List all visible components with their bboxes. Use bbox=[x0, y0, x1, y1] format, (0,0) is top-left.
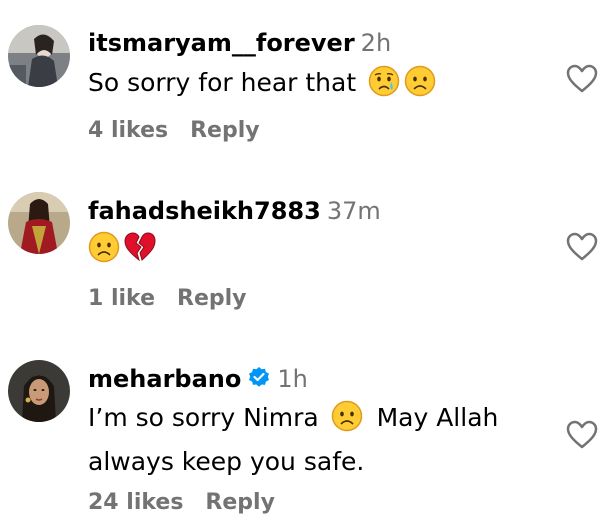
reply-button[interactable]: Reply bbox=[177, 286, 247, 311]
reply-button[interactable]: Reply bbox=[190, 118, 260, 143]
comment-time: 1h bbox=[277, 365, 308, 393]
likes-count[interactable]: 4 likes bbox=[88, 118, 168, 143]
username[interactable]: meharbano bbox=[88, 365, 241, 393]
verified-badge-icon bbox=[247, 366, 271, 397]
likes-count[interactable]: 1 like bbox=[88, 286, 155, 311]
sad-face-emoji bbox=[331, 400, 363, 443]
like-heart-icon[interactable] bbox=[566, 64, 598, 94]
username[interactable]: itsmaryam__forever bbox=[88, 29, 355, 57]
comment-text bbox=[88, 230, 554, 274]
comment-time: 2h bbox=[360, 29, 392, 57]
comment-header: itsmaryam__forever 2h bbox=[88, 28, 554, 58]
avatar[interactable] bbox=[8, 192, 70, 254]
avatar[interactable] bbox=[8, 360, 70, 422]
comment-header: fahadsheikh7883 37m bbox=[88, 196, 554, 226]
comment-text: So sorry for hear that bbox=[88, 64, 554, 108]
comment-time: 37m bbox=[326, 197, 381, 225]
comment-header: meharbano 1h bbox=[88, 364, 554, 397]
reply-button[interactable]: Reply bbox=[205, 490, 275, 515]
crying-face-emoji bbox=[368, 65, 400, 108]
comment-text: I’m so sorry Nimra May Allah always keep… bbox=[88, 399, 554, 481]
comment-meta: 24 likes Reply bbox=[88, 490, 275, 515]
like-heart-icon[interactable] bbox=[566, 420, 598, 450]
comment-text-continued: May Allah bbox=[376, 403, 499, 432]
sad-face-emoji bbox=[404, 65, 436, 108]
like-heart-icon[interactable] bbox=[566, 232, 598, 262]
comment-text-body: I’m so sorry Nimra bbox=[88, 403, 319, 432]
comment-text-line2: always keep you safe. bbox=[88, 447, 365, 476]
username[interactable]: fahadsheikh7883 bbox=[88, 197, 321, 225]
likes-count[interactable]: 24 likes bbox=[88, 490, 183, 515]
avatar[interactable] bbox=[8, 25, 70, 87]
comment-meta: 1 like Reply bbox=[88, 286, 247, 311]
comment-meta: 4 likes Reply bbox=[88, 118, 260, 143]
broken-heart-emoji bbox=[124, 231, 156, 274]
sad-face-emoji bbox=[88, 231, 120, 274]
comment-text-body: So sorry for hear that bbox=[88, 68, 357, 97]
